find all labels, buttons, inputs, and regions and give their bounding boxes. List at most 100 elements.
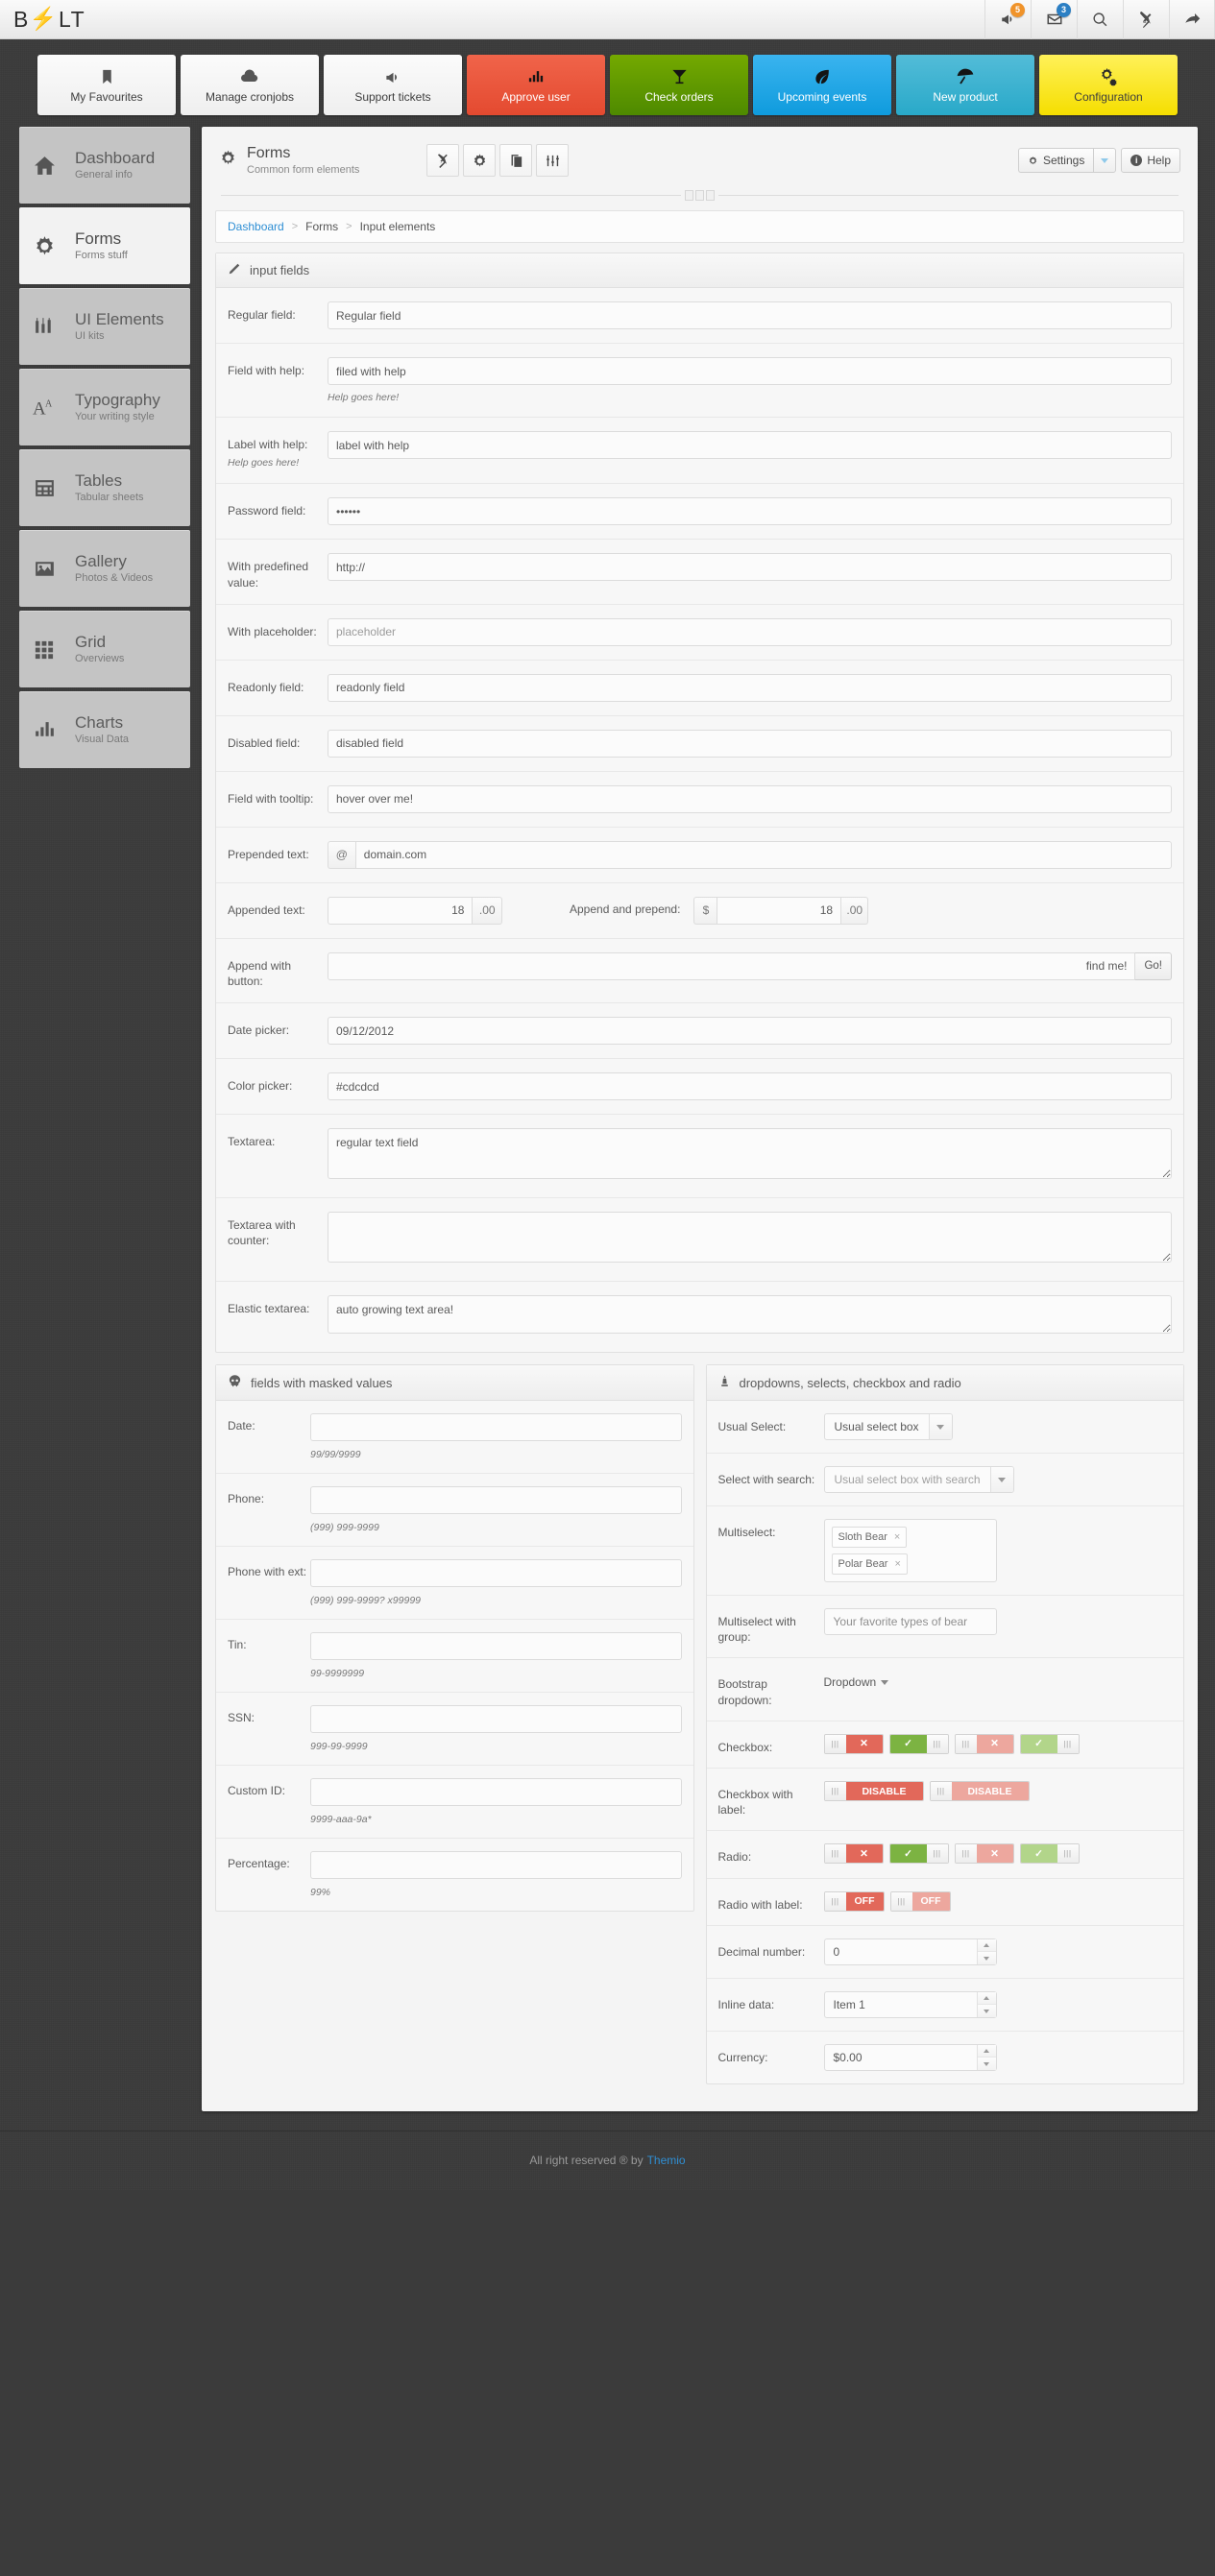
checkbox-label-toggle[interactable]: ||| DISABLE: [823, 1781, 924, 1802]
prepended-text-input[interactable]: [354, 840, 1172, 869]
masked-row-date: Date: 99/99/9999: [216, 1401, 693, 1475]
currency-stepper[interactable]: $0.00: [823, 2043, 997, 2071]
ssn-mask-input[interactable]: [310, 1705, 682, 1734]
help-button[interactable]: i Help: [1121, 148, 1180, 173]
sidebar-item-forms[interactable]: Forms Forms stuff: [19, 207, 190, 284]
breadcrumb-dashboard[interactable]: Dashboard: [228, 220, 284, 233]
sidebar-item-dashboard[interactable]: Dashboard General info: [19, 127, 190, 204]
sidebar-item-title: Grid: [75, 633, 107, 652]
multiselect-tag[interactable]: Sloth Bear ×: [831, 1527, 908, 1549]
sidebar-item-tables[interactable]: Tables Tabular sheets: [19, 449, 190, 526]
stepper-up-button[interactable]: [977, 1991, 996, 2006]
radio-toggle-off[interactable]: ||| ✕: [823, 1843, 884, 1865]
settings-button[interactable]: Settings: [1017, 148, 1094, 173]
gear-icon[interactable]: [463, 144, 497, 177]
go-button[interactable]: Go!: [1135, 951, 1172, 980]
megaphone-icon[interactable]: 5: [984, 0, 1031, 39]
append-prepend-input[interactable]: [717, 896, 842, 925]
date-mask-input[interactable]: [310, 1413, 682, 1442]
usual-select[interactable]: Usual select box: [823, 1413, 953, 1441]
sidebar-item-ui-elements[interactable]: UI Elements UI kits: [19, 288, 190, 365]
checkbox-toggle-on[interactable]: ✓ |||: [888, 1733, 949, 1754]
search-icon[interactable]: [1077, 0, 1123, 39]
field-label: Phone:: [228, 1492, 265, 1506]
stepper-value: $0.00: [833, 2050, 863, 2064]
stepper-down-button[interactable]: [977, 2058, 996, 2070]
tools-icon[interactable]: [1123, 0, 1169, 39]
field-with-help-input[interactable]: [328, 357, 1172, 385]
bootstrap-dropdown[interactable]: Dropdown: [824, 1671, 889, 1689]
placeholder-input[interactable]: [328, 617, 1172, 646]
predefined-value-input[interactable]: [328, 553, 1172, 582]
close-icon[interactable]: ×: [894, 1531, 900, 1543]
stepper-down-button[interactable]: [977, 2005, 996, 2017]
tile-configuration[interactable]: Configuration: [1039, 55, 1178, 115]
breadcrumb-forms[interactable]: Forms: [305, 220, 338, 233]
tile-label: Support tickets: [354, 90, 431, 104]
date-picker-input[interactable]: [328, 1017, 1172, 1046]
inline-data-stepper[interactable]: Item 1: [823, 1990, 997, 2018]
sidebar-item-title: Typography: [75, 391, 160, 410]
tile-my-favourites[interactable]: My Favourites: [37, 55, 176, 115]
skull-icon: [228, 1374, 242, 1391]
toggle-state-label: DISABLE: [951, 1782, 1029, 1801]
table-icon: [33, 476, 75, 500]
tile-check-orders[interactable]: Check orders: [610, 55, 748, 115]
append-button-input[interactable]: [328, 951, 1136, 980]
tile-upcoming-events[interactable]: Upcoming events: [753, 55, 891, 115]
select-with-search[interactable]: Usual select box with search: [823, 1466, 1014, 1494]
stepper-down-button[interactable]: [977, 1952, 996, 1964]
toggle-knob: |||: [955, 1734, 977, 1753]
textarea-counter-input[interactable]: [328, 1212, 1172, 1264]
custom-id-mask-input[interactable]: [310, 1778, 682, 1807]
app-logo[interactable]: B ⚡ LT: [13, 6, 85, 33]
readonly-field-input[interactable]: [328, 673, 1172, 702]
tools-icon[interactable]: [426, 144, 460, 177]
checkbox-toggle-off[interactable]: ||| ✕: [823, 1733, 884, 1754]
password-field-input[interactable]: [328, 497, 1172, 526]
logo-text-left: B: [13, 6, 30, 32]
tin-mask-input[interactable]: [310, 1632, 682, 1661]
percentage-mask-input[interactable]: [310, 1851, 682, 1880]
sidebar-item-grid[interactable]: Grid Overviews: [19, 611, 190, 687]
elastic-textarea-input[interactable]: auto growing text area!: [328, 1295, 1172, 1335]
radio-toggle-on[interactable]: ✓ |||: [888, 1843, 949, 1865]
sidebar-item-gallery[interactable]: Gallery Photos & Videos: [19, 530, 190, 607]
stepper-up-button[interactable]: [977, 2044, 996, 2058]
radio-label-toggle[interactable]: ||| OFF: [823, 1890, 885, 1912]
sidebar-item-typography[interactable]: AA Typography Your writing style: [19, 369, 190, 445]
mask-hint: (999) 999-9999? x99999: [310, 1595, 422, 1607]
multiselect-field[interactable]: Sloth Bear × Polar Bear ×: [823, 1519, 997, 1583]
decimal-number-stepper[interactable]: 0: [823, 1938, 997, 1965]
textarea-input[interactable]: regular text field: [328, 1128, 1172, 1180]
share-arrow-icon[interactable]: [1169, 0, 1215, 39]
sliders-icon[interactable]: [536, 144, 570, 177]
form-row-label-with-help: Label with help: Help goes here!: [216, 418, 1183, 485]
label-with-help-input[interactable]: [328, 431, 1172, 459]
collapse-handle[interactable]: [685, 190, 715, 201]
phone-mask-input[interactable]: [310, 1486, 682, 1515]
field-label: Custom ID:: [228, 1784, 286, 1798]
chevron-down-icon: [881, 1679, 889, 1685]
stepper-up-button[interactable]: [977, 1938, 996, 1953]
multiselect-tag[interactable]: Polar Bear ×: [831, 1553, 908, 1576]
tooltip-field-input[interactable]: [328, 784, 1172, 813]
copy-icon[interactable]: [499, 144, 533, 177]
tile-support-tickets[interactable]: Support tickets: [324, 55, 462, 115]
sidebar-item-charts[interactable]: Charts Visual Data: [19, 691, 190, 768]
tile-manage-cronjobs[interactable]: Manage cronjobs: [181, 55, 319, 115]
regular-field-input[interactable]: [328, 301, 1172, 329]
appended-text-input[interactable]: [328, 896, 474, 925]
field-help-text: Help goes here!: [328, 392, 400, 403]
tile-new-product[interactable]: New product: [896, 55, 1034, 115]
multiselect-group-field[interactable]: Your favorite types of bear: [823, 1608, 997, 1636]
footer-link[interactable]: Themio: [647, 2154, 686, 2167]
envelope-icon[interactable]: 3: [1031, 0, 1077, 39]
phone-ext-mask-input[interactable]: [310, 1559, 682, 1588]
color-picker-input[interactable]: [328, 1072, 1172, 1101]
tile-approve-user[interactable]: Approve user: [467, 55, 605, 115]
close-icon[interactable]: ×: [894, 1558, 900, 1570]
row-decimal-number: Decimal number: 0: [706, 1926, 1183, 1979]
settings-dropdown-toggle[interactable]: [1093, 148, 1117, 173]
field-label: Multiselect:: [717, 1526, 776, 1540]
